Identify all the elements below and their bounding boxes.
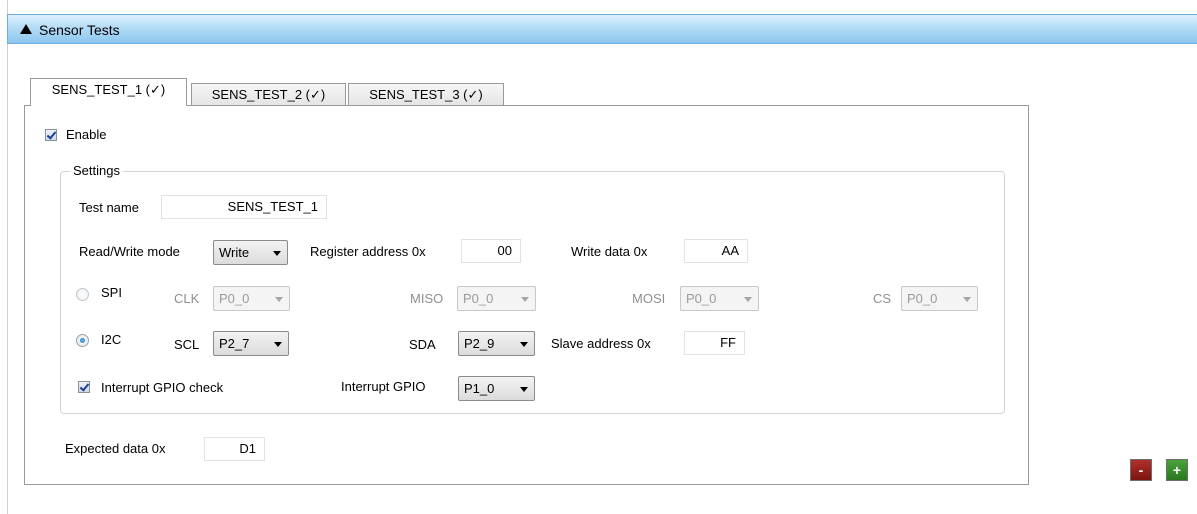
settings-legend: Settings	[70, 163, 123, 178]
expected-data-input[interactable]: D1	[204, 437, 265, 461]
scl-value: P2_7	[219, 336, 250, 351]
add-test-button[interactable]: +	[1166, 459, 1188, 481]
test-name-label: Test name	[79, 200, 139, 215]
remove-test-button[interactable]: -	[1130, 459, 1152, 481]
interrupt-gpio-check-checkbox[interactable]	[78, 381, 90, 393]
rw-mode-label: Read/Write mode	[79, 244, 180, 259]
mosi-label: MOSI	[632, 291, 666, 306]
chevron-down-icon	[274, 342, 282, 347]
cs-label: CS	[873, 291, 892, 306]
cs-dropdown[interactable]: P0_0	[901, 286, 978, 311]
expected-data-label: Expected data 0x	[65, 441, 166, 456]
sda-label: SDA	[409, 337, 436, 352]
register-address-label: Register address 0x	[310, 244, 426, 259]
enable-label: Enable	[66, 127, 107, 142]
clk-label: CLK	[174, 291, 200, 306]
miso-label: MISO	[410, 291, 444, 306]
interrupt-gpio-label: Interrupt GPIO	[341, 379, 426, 394]
section-title: Sensor Tests	[39, 22, 120, 38]
interrupt-gpio-dropdown[interactable]: P1_0	[458, 376, 535, 401]
interrupt-gpio-check-label: Interrupt GPIO check	[101, 380, 224, 395]
chevron-down-icon	[963, 297, 971, 302]
rw-mode-value: Write	[219, 245, 250, 260]
spi-radio[interactable]	[76, 288, 89, 301]
enable-checkbox[interactable]	[45, 129, 57, 141]
sda-dropdown[interactable]: P2_9	[458, 331, 535, 356]
slave-address-input[interactable]: FF	[684, 331, 745, 355]
sda-value: P2_9	[464, 336, 495, 351]
miso-dropdown[interactable]: P0_0	[457, 286, 536, 311]
spi-label: SPI	[101, 285, 122, 300]
tab-sens-test-3[interactable]: SENS_TEST_3 (✓)	[348, 83, 504, 107]
chevron-down-icon	[275, 297, 283, 302]
rw-mode-dropdown[interactable]: Write	[213, 240, 288, 265]
miso-value: P0_0	[463, 291, 494, 306]
chevron-down-icon	[273, 251, 281, 256]
i2c-label: I2C	[101, 332, 122, 347]
cs-value: P0_0	[907, 291, 938, 306]
register-address-input[interactable]: 00	[461, 239, 521, 263]
write-data-input[interactable]: AA	[684, 239, 748, 263]
interrupt-gpio-value: P1_0	[464, 381, 495, 396]
tab-sens-test-2[interactable]: SENS_TEST_2 (✓)	[191, 83, 346, 107]
chevron-down-icon	[744, 297, 752, 302]
test-name-input[interactable]: SENS_TEST_1	[161, 195, 327, 219]
clk-dropdown[interactable]: P0_0	[213, 286, 290, 311]
mosi-value: P0_0	[686, 291, 717, 306]
collapse-triangle-icon[interactable]	[20, 24, 32, 34]
clk-value: P0_0	[219, 291, 250, 306]
scl-dropdown[interactable]: P2_7	[213, 331, 289, 356]
section-header[interactable]: Sensor Tests	[7, 14, 1197, 44]
chevron-down-icon	[520, 342, 528, 347]
left-border	[7, 0, 8, 514]
scl-label: SCL	[174, 337, 200, 352]
chevron-down-icon	[520, 387, 528, 392]
slave-address-label: Slave address 0x	[551, 336, 651, 351]
i2c-radio[interactable]	[76, 334, 89, 347]
write-data-label: Write data 0x	[571, 244, 648, 259]
chevron-down-icon	[521, 297, 529, 302]
tab-sens-test-1[interactable]: SENS_TEST_1 (✓)	[30, 78, 187, 106]
mosi-dropdown[interactable]: P0_0	[680, 286, 759, 311]
